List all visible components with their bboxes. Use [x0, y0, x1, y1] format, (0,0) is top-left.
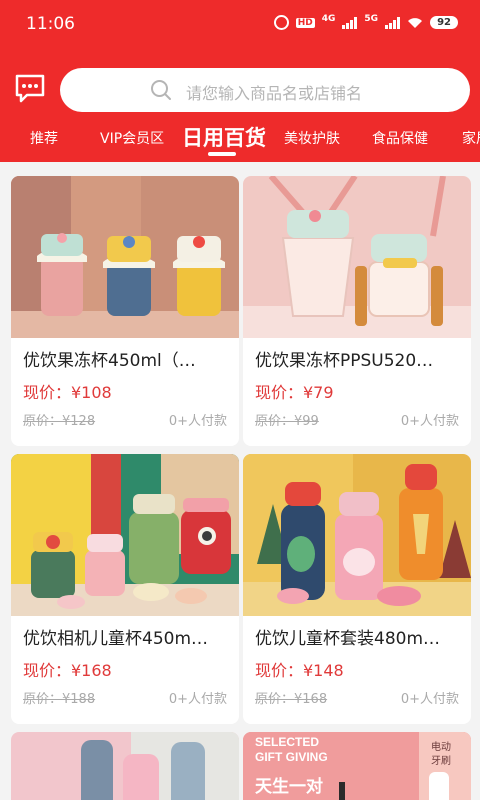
alarm-icon	[273, 15, 289, 30]
product-name: 优饮相机儿童杯450m…	[23, 629, 209, 649]
product-image	[243, 454, 471, 616]
header: 11:06 HD 4G 5G 92 请您输入商品名或店铺名 推荐 VIP会员区 …	[0, 0, 480, 162]
product-card[interactable]: 优饮儿童杯套装480m… 现价：¥148 原价：¥168 0+人付款	[243, 454, 471, 724]
product-name: 优饮果冻杯450ml（…	[23, 351, 196, 371]
promo-side-label-2: 牙刷	[431, 756, 451, 767]
product-price: 现价：¥108	[23, 383, 112, 402]
product-card-partial[interactable]	[11, 732, 239, 800]
product-card[interactable]: 优饮果冻杯PPSU520… 现价：¥79 原价：¥99 0+人付款	[243, 176, 471, 446]
battery-indicator: 92	[430, 16, 458, 29]
active-tab-indicator	[208, 152, 236, 156]
product-image	[11, 454, 239, 616]
product-card[interactable]: 优饮相机儿童杯450m… 现价：¥168 原价：¥188 0+人付款	[11, 454, 239, 724]
product-name: 优饮儿童杯套装480m…	[255, 629, 441, 649]
tab-vip[interactable]: VIP会员区	[100, 128, 164, 148]
wifi-icon	[408, 17, 423, 28]
product-original-price: 原价：¥99	[255, 414, 319, 429]
product-image	[11, 176, 239, 338]
product-sold-count: 0+人付款	[168, 414, 227, 429]
promo-line-3: 天生一对	[255, 777, 323, 796]
signal-icon	[342, 16, 358, 29]
tab-food-health[interactable]: 食品保健	[372, 128, 428, 148]
product-image	[11, 732, 239, 800]
product-card[interactable]: 优饮果冻杯450ml（… 现价：¥108 原价：¥128 0+人付款	[11, 176, 239, 446]
product-price: 现价：¥168	[23, 661, 112, 680]
product-sold-count: 0+人付款	[168, 692, 227, 707]
search-input[interactable]: 请您输入商品名或店铺名	[60, 68, 470, 112]
promo-line-2: GIFT GIVING	[255, 750, 328, 764]
hd-icon: HD	[295, 17, 315, 28]
status-time: 11:06	[26, 14, 75, 34]
product-original-price: 原价：¥168	[255, 692, 328, 707]
tab-daily-goods[interactable]: 日用百货	[182, 122, 266, 152]
tab-home[interactable]: 家居	[462, 128, 480, 148]
signal-icon-2	[385, 16, 401, 29]
status-bar: 11:06 HD 4G 5G 92	[0, 0, 480, 50]
promo-line-1: SELECTED	[255, 735, 320, 749]
tab-recommend[interactable]: 推荐	[30, 128, 58, 148]
message-icon[interactable]	[14, 72, 46, 104]
product-image	[243, 176, 471, 338]
promo-card-partial[interactable]: SELECTED GIFT GIVING 天生一对 电动 牙刷	[243, 732, 471, 800]
product-original-price: 原价：¥188	[23, 692, 96, 707]
network-5g-label: 5G	[364, 13, 379, 24]
search-placeholder: 请您输入商品名或店铺名	[186, 84, 363, 103]
product-sold-count: 0+人付款	[400, 414, 459, 429]
search-icon	[151, 80, 171, 100]
product-price: 现价：¥79	[255, 383, 334, 402]
product-name: 优饮果冻杯PPSU520…	[255, 351, 434, 371]
status-icons: HD 4G 5G 92	[273, 13, 458, 30]
category-tabs: 推荐 VIP会员区 日用百货 美妆护肤 食品保健 家居	[0, 122, 480, 156]
tab-beauty[interactable]: 美妆护肤	[284, 128, 340, 148]
product-original-price: 原价：¥128	[23, 414, 96, 429]
network-4g-label: 4G	[321, 13, 336, 24]
product-price: 现价：¥148	[255, 661, 344, 680]
promo-side-label-1: 电动	[431, 742, 451, 753]
product-sold-count: 0+人付款	[400, 692, 459, 707]
